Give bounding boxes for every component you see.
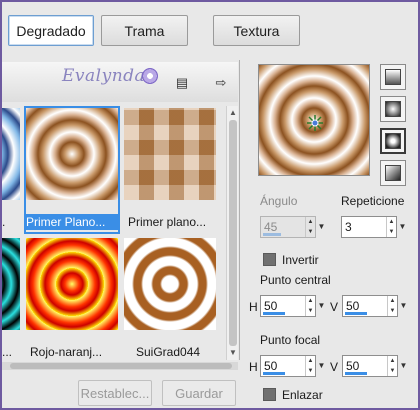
preset-tile-partial[interactable]: [2, 238, 20, 330]
invert-label: Invertir: [282, 253, 319, 267]
link-checkbox[interactable]: [263, 388, 276, 401]
evalynda-logo: Evalynda: [62, 66, 146, 86]
scroll-up-icon[interactable]: ▲: [228, 108, 238, 118]
preset-header: Evalynda ▤ ⇨: [2, 62, 238, 102]
focal-v-label: V: [330, 360, 339, 374]
center-v-label: V: [330, 300, 339, 314]
rect-style-button[interactable]: [380, 96, 406, 122]
spin-arrows-icon[interactable]: ▲ ▼: [305, 217, 315, 237]
center-h-input[interactable]: 50 ▲ ▼ ▼: [260, 295, 325, 317]
hscroll-thumb[interactable]: [10, 363, 232, 369]
spin-arrows-icon[interactable]: ▲ ▼: [305, 356, 315, 376]
dropdown-arrow-icon[interactable]: ▼: [316, 356, 327, 376]
dropdown-arrow-icon[interactable]: ▼: [316, 296, 327, 316]
dropdown-arrow-icon[interactable]: ▼: [316, 217, 327, 237]
center-h-label: H: [249, 300, 258, 314]
linear-style-button[interactable]: [380, 64, 406, 90]
spin-arrows-icon[interactable]: ▲ ▼: [305, 296, 315, 316]
invert-checkbox[interactable]: [263, 253, 276, 266]
preset-hscroll[interactable]: [2, 362, 238, 370]
repeats-label: Repeticione: [341, 194, 405, 208]
tile-label-partial: .: [2, 215, 6, 229]
preset-strip: Evalynda ▤ ⇨ . Primer Plano... Primer pl…: [2, 60, 240, 360]
preset-tile-partial[interactable]: [2, 108, 20, 200]
spin-arrows-icon[interactable]: ▲ ▼: [387, 296, 397, 316]
center-point-label: Punto central: [260, 273, 331, 287]
flower-icon: [142, 68, 158, 84]
preset-vscroll[interactable]: ▲ ▼: [226, 106, 238, 360]
preset-label[interactable]: SuiGrad044: [136, 344, 222, 360]
corner-style-button[interactable]: [380, 160, 406, 186]
repeats-input[interactable]: 3 ▲ ▼ ▼: [341, 216, 406, 238]
save-button[interactable]: Guardar: [162, 380, 236, 406]
angle-label: Ángulo: [260, 194, 298, 208]
tile-label-partial: ...: [2, 345, 13, 359]
folder-icon[interactable]: ▤: [174, 76, 190, 90]
focal-h-input[interactable]: 50 ▲ ▼ ▼: [260, 355, 325, 377]
center-point-icon[interactable]: [306, 114, 324, 132]
radial-style-button[interactable]: [380, 128, 406, 154]
dropdown-arrow-icon[interactable]: ▼: [398, 356, 409, 376]
spin-arrows-icon[interactable]: ▲ ▼: [387, 356, 397, 376]
preset-label[interactable]: Primer Plano...: [26, 214, 118, 230]
preset-label[interactable]: Primer plano...: [128, 214, 224, 230]
tab-gradient[interactable]: Degradado: [8, 15, 94, 46]
preset-tile[interactable]: [124, 108, 216, 200]
scroll-thumb[interactable]: [229, 120, 237, 346]
preset-label[interactable]: Rojo-naranj...: [30, 344, 122, 360]
tab-pattern[interactable]: Trama: [101, 15, 188, 46]
dropdown-arrow-icon[interactable]: ▼: [397, 217, 408, 237]
dropdown-arrow-icon[interactable]: ▼: [398, 296, 409, 316]
gradient-panel: Degradado Trama Textura Evalynda ▤ ⇨ . P…: [2, 2, 418, 408]
spin-arrows-icon[interactable]: ▲ ▼: [386, 217, 396, 237]
preset-grid: . Primer Plano... Primer plano... ... Ro…: [2, 106, 224, 360]
preset-tile[interactable]: [26, 238, 118, 330]
focal-v-input[interactable]: 50 ▲ ▼ ▼: [342, 355, 407, 377]
reset-button[interactable]: Restablec...: [78, 380, 152, 406]
scroll-down-icon[interactable]: ▼: [228, 348, 238, 358]
angle-input[interactable]: 45 ▲ ▼ ▼: [260, 216, 325, 238]
focal-point-label: Punto focal: [260, 333, 321, 347]
link-label: Enlazar: [282, 388, 323, 402]
center-v-input[interactable]: 50 ▲ ▼ ▼: [342, 295, 407, 317]
arrow-right-icon[interactable]: ⇨: [213, 76, 229, 90]
tab-texture[interactable]: Textura: [213, 15, 300, 46]
focal-h-label: H: [249, 360, 258, 374]
preset-tile[interactable]: [124, 238, 216, 330]
